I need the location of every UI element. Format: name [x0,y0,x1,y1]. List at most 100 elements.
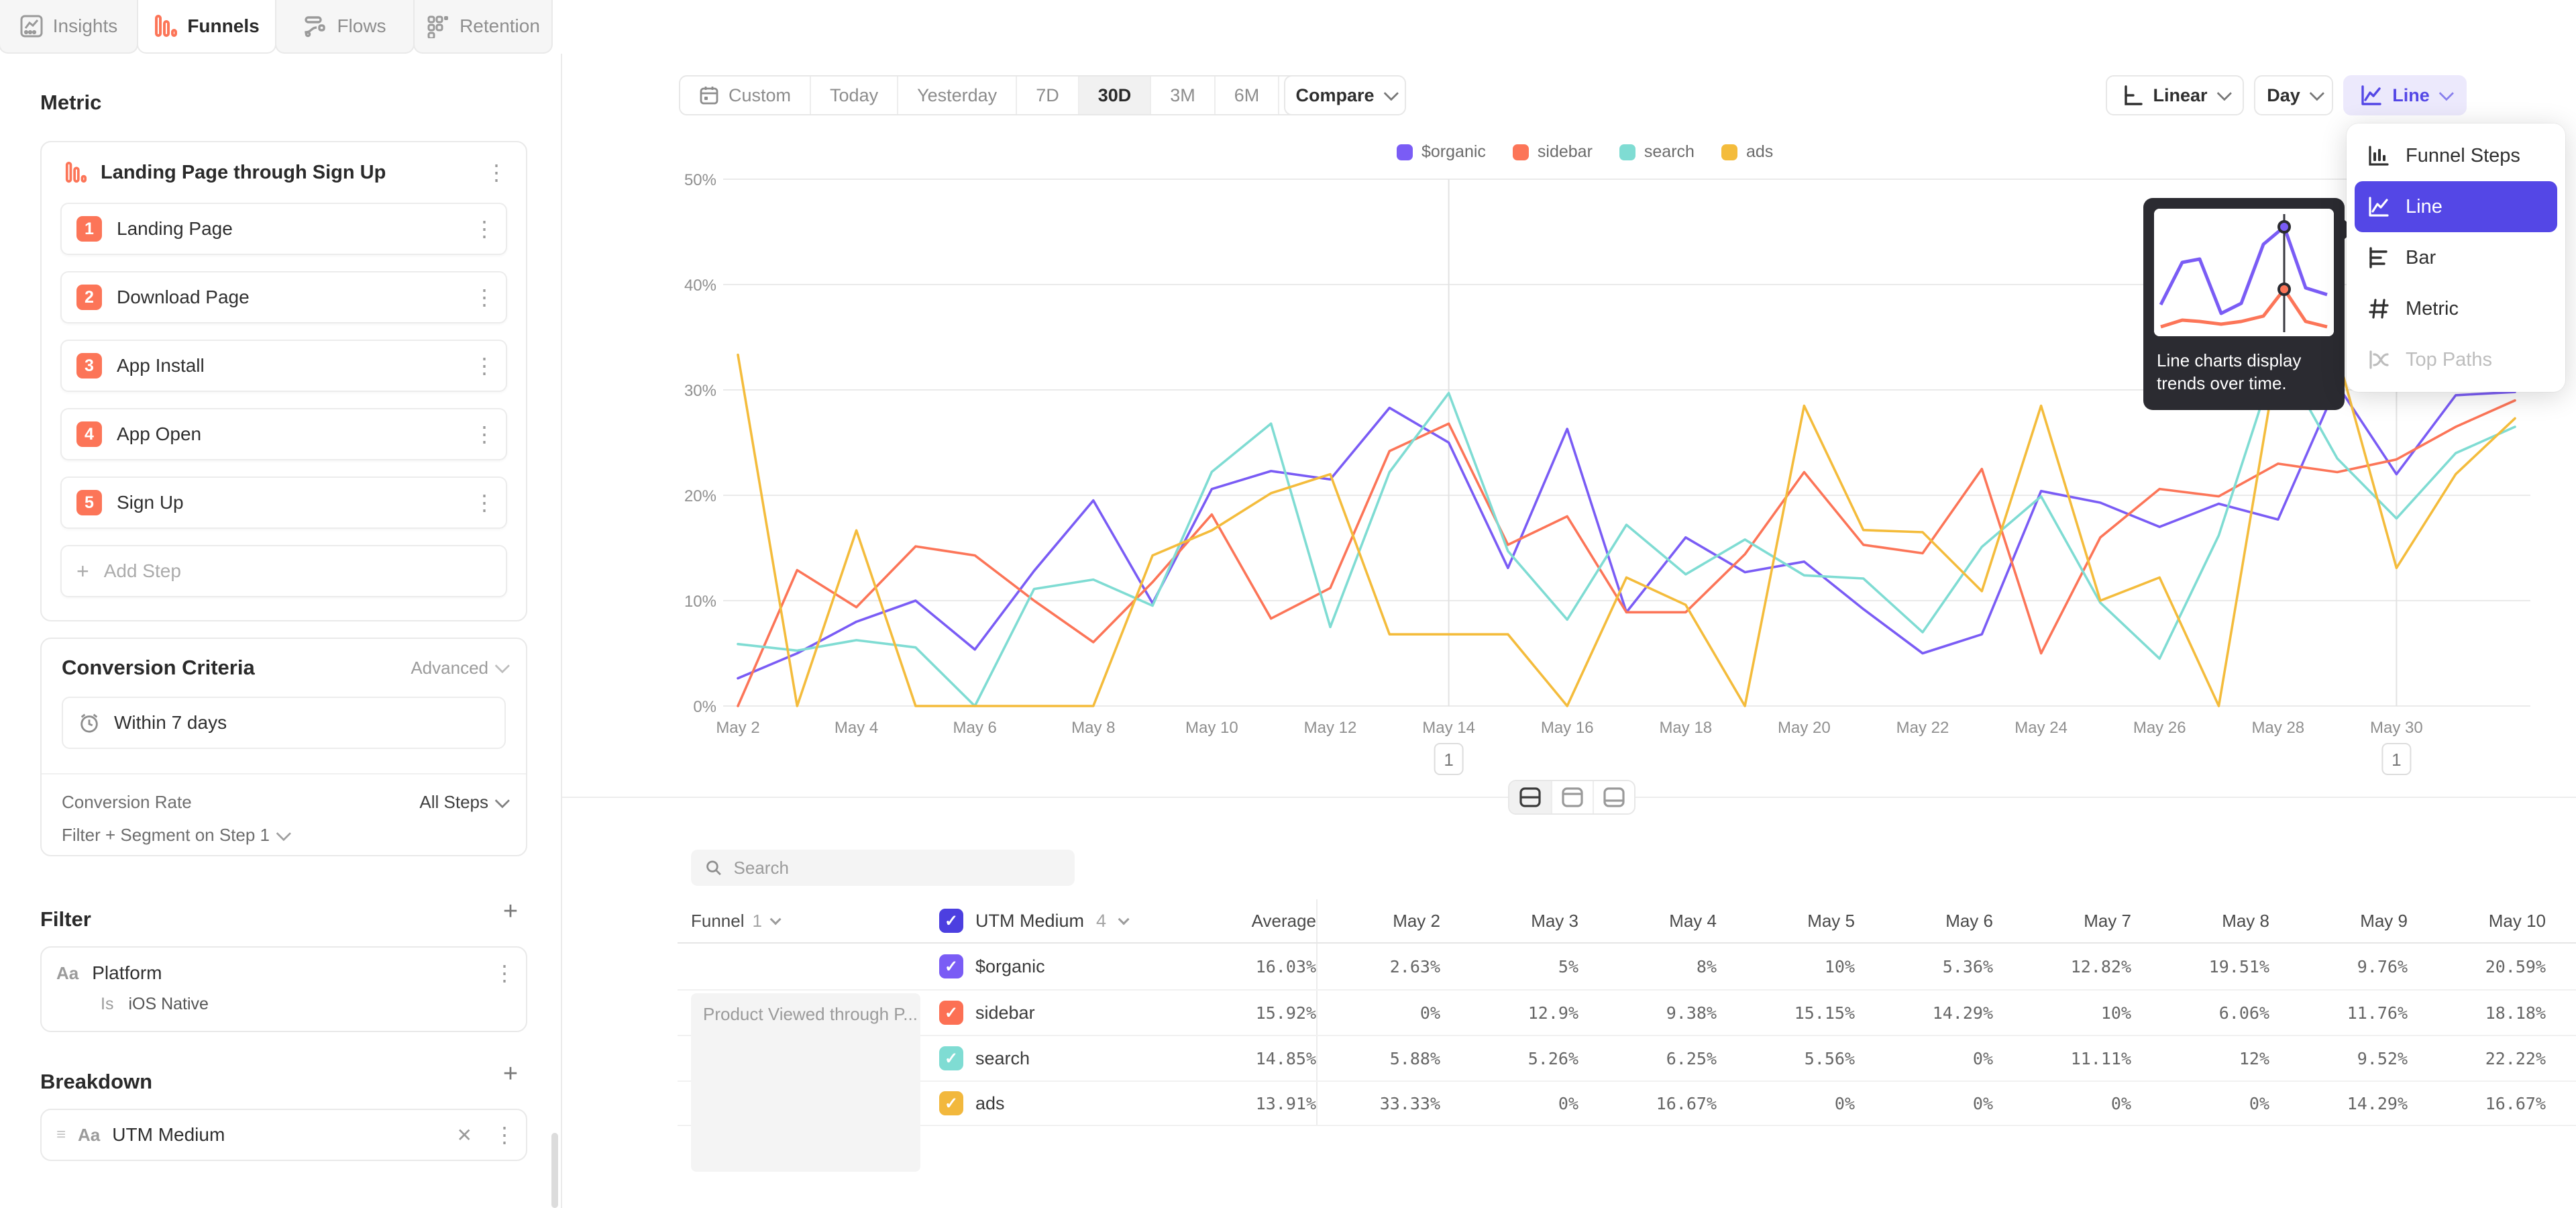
series-checkbox[interactable]: ✓ [939,1001,963,1025]
search-input[interactable] [734,858,1061,878]
step-number-badge: 3 [76,353,102,379]
column-header-may-8[interactable]: May 8 [2131,911,2269,932]
scale-dropdown[interactable]: Linear [2106,75,2244,115]
tab-insights[interactable]: Insights [0,0,138,54]
tab-funnels[interactable]: Funnels [137,0,276,54]
conversion-rate-dropdown[interactable]: All Steps [419,792,506,813]
kebab-menu-icon[interactable]: ⋮ [474,355,491,376]
table-row-sidebar: ✓sidebar15.92%0%12.9%9.38%15.15%14.29%10… [678,989,2576,1035]
value-cell: 11.76% [2269,1003,2408,1023]
remove-breakdown-icon[interactable]: ✕ [457,1124,472,1146]
legend-item-organic[interactable]: $organic [1397,142,1486,162]
value-cell: 10% [1717,957,1855,976]
kebab-menu-icon[interactable]: ⋮ [494,962,511,984]
add-filter-button[interactable]: + [497,898,524,925]
filter-property[interactable]: Platform [92,962,480,984]
funnel-name-cell[interactable]: Product Viewed through P... [691,993,920,1172]
column-header-may-4[interactable]: May 4 [1578,911,1717,932]
column-header-may-10[interactable]: May 10 [2408,911,2546,932]
value-cell: 10% [1993,1003,2131,1023]
legend-item-search[interactable]: search [1619,142,1695,162]
layout-chart-only-button[interactable] [1551,781,1593,813]
tab-flows[interactable]: Flows [275,0,415,54]
menu-item-funnel-steps[interactable]: Funnel Steps [2355,130,2557,181]
series-cell[interactable]: ✓sidebar [939,1001,1154,1025]
filter-segment-dropdown[interactable]: Filter + Segment on Step 1 [62,825,506,846]
value-cell: 16.67% [2408,1094,2546,1113]
menu-item-metric[interactable]: Metric [2355,283,2557,334]
column-header-may-3[interactable]: May 3 [1440,911,1578,932]
range-button-30d[interactable]: 30D [1078,77,1150,114]
x-axis-tick: May 30 [2370,719,2423,737]
menu-item-bar[interactable]: Bar [2355,232,2557,283]
column-header-may-5[interactable]: May 5 [1717,911,1855,932]
range-button-today[interactable]: Today [810,77,897,114]
kebab-menu-icon[interactable]: ⋮ [474,423,491,445]
drag-handle-icon[interactable]: ≡ [56,1125,66,1144]
layout-table-only-button[interactable] [1593,781,1634,813]
chevron-down-icon [770,913,782,925]
column-header-average[interactable]: Average [1154,899,1318,942]
kebab-menu-icon[interactable]: ⋮ [474,287,491,308]
funnel-column-header[interactable]: Funnel 1 [678,911,939,932]
tab-retention[interactable]: Retention [413,0,553,54]
funnel-step-row[interactable]: 4App Open⋮ [60,408,507,460]
x-axis-tick: May 2 [716,719,759,737]
column-header-may-7[interactable]: May 7 [1993,911,2131,932]
range-button-yesterday[interactable]: Yesterday [897,77,1016,114]
chart-legend: $organic sidebar search ads [1397,142,1773,162]
compare-button[interactable]: Compare [1284,75,1406,115]
funnel-step-row[interactable]: 5Sign Up⋮ [60,476,507,529]
kebab-menu-icon[interactable]: ⋮ [494,1124,511,1146]
step-label: App Open [117,423,459,445]
advanced-dropdown[interactable]: Advanced [411,658,506,678]
series-checkbox[interactable]: ✓ [939,954,963,978]
breakdown-column-header[interactable]: ✓ UTM Medium 4 [939,909,1154,933]
metric-icon [2367,297,2391,321]
series-cell[interactable]: ✓ads [939,1091,1154,1115]
interval-dropdown[interactable]: Day [2254,75,2333,115]
breakdown-property[interactable]: UTM Medium [112,1124,444,1146]
value-cell: 12% [2131,1049,2269,1068]
series-cell[interactable]: ✓search [939,1046,1154,1070]
series-checkbox[interactable]: ✓ [939,1091,963,1115]
kebab-menu-icon[interactable]: ⋮ [474,218,491,240]
funnel-step-row[interactable]: 1Landing Page⋮ [60,203,507,255]
legend-item-sidebar[interactable]: sidebar [1513,142,1593,162]
value-cell: 0% [2131,1094,2269,1113]
add-step-button[interactable]: + Add Step [60,545,507,597]
range-button-6m[interactable]: 6M [1214,77,1279,114]
filter-value[interactable]: iOS Native [128,995,208,1014]
column-header-may-6[interactable]: May 6 [1855,911,1993,932]
funnel-step-row[interactable]: 2Download Page⋮ [60,271,507,323]
value-cell: 15.92% [1154,991,1318,1035]
search-icon [704,858,723,878]
legend-item-ads[interactable]: ads [1721,142,1773,162]
table-search[interactable] [691,850,1075,886]
value-cell: 14.29% [1855,1003,1993,1023]
add-breakdown-button[interactable]: + [497,1060,524,1087]
series-checkbox[interactable]: ✓ [939,1046,963,1070]
range-button-3m[interactable]: 3M [1150,77,1214,114]
layout-toggle-group [1508,780,1635,815]
chart-type-dropdown[interactable]: Line [2343,75,2467,115]
sidebar-scrollbar[interactable] [551,1133,558,1208]
series-cell[interactable]: ✓$organic [939,954,1154,978]
step-number-badge: 2 [76,285,102,310]
funnel-step-row[interactable]: 3App Install⋮ [60,340,507,392]
metric-section-title: Metric [40,91,101,115]
menu-item-line[interactable]: Line [2355,181,2557,232]
tab-label: Funnels [187,15,259,37]
funnel-metric-header[interactable]: Landing Page through Sign Up ⋮ [60,142,507,203]
conversion-window-button[interactable]: Within 7 days [62,697,506,749]
column-header-may-9[interactable]: May 9 [2269,911,2408,932]
kebab-menu-icon[interactable]: ⋮ [474,492,491,513]
select-all-checkbox[interactable]: ✓ [939,909,963,933]
range-button-7d[interactable]: 7D [1016,77,1078,114]
filter-operator[interactable]: Is [101,995,113,1014]
column-header-may-2[interactable]: May 2 [1318,911,1440,932]
range-button-custom[interactable]: Custom [680,77,810,114]
layout-split-view-button[interactable] [1509,781,1551,813]
compare-label: Compare [1295,85,1374,106]
kebab-menu-icon[interactable]: ⋮ [486,162,503,183]
